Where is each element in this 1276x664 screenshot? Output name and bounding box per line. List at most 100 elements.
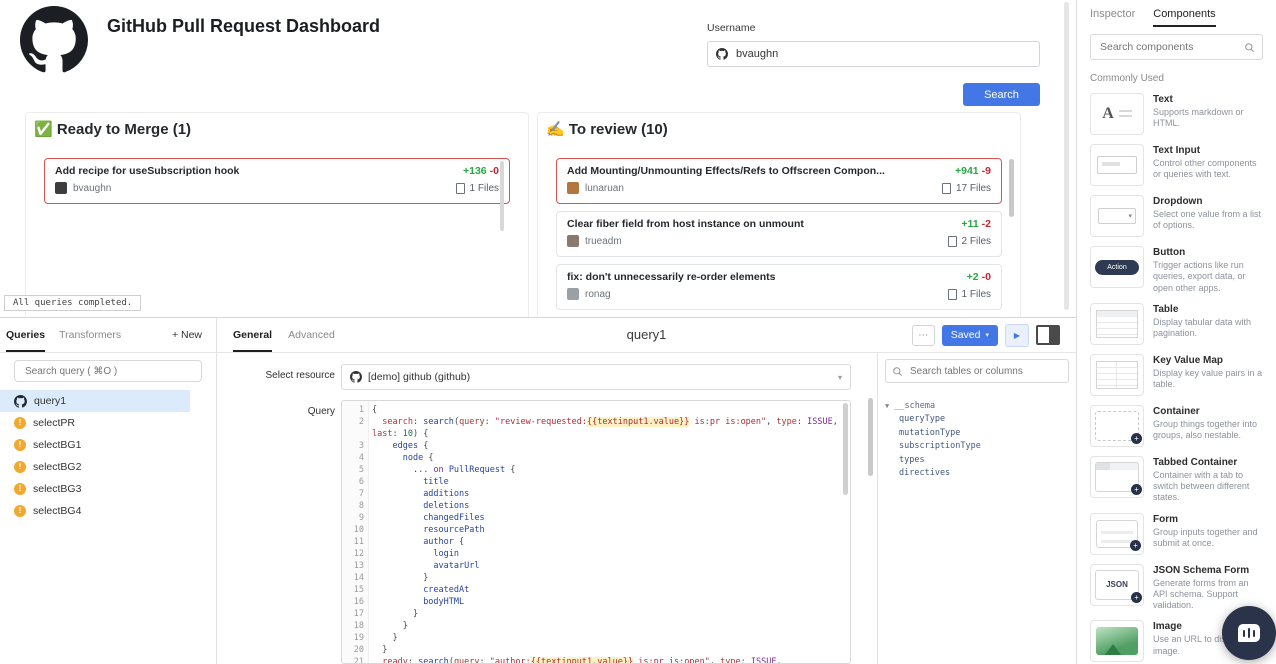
query-name: selectBG3	[33, 483, 81, 495]
query-list-item[interactable]: query1	[0, 390, 190, 412]
pull-request-card[interactable]: fix: don't unnecessarily re-order elemen…	[556, 264, 1002, 310]
query-name: selectPR	[33, 417, 75, 429]
code-rows: 1{2 search: search(query: "review-reques…	[342, 404, 850, 664]
line-number: 16	[342, 596, 372, 608]
username-input-field[interactable]	[734, 47, 1031, 61]
pr-additions: +941	[955, 165, 979, 177]
username-input[interactable]	[707, 41, 1040, 67]
line-number: 8	[342, 500, 372, 512]
file-icon	[948, 289, 957, 300]
tab-inspector[interactable]: Inspector	[1090, 0, 1135, 27]
code-line: 9 changedFiles	[342, 512, 850, 524]
code-line: 4 node {	[342, 452, 850, 464]
code-line: 8 deletions	[342, 500, 850, 512]
more-menu-button[interactable]: ⋯	[912, 325, 935, 346]
intercom-chat-button[interactable]	[1222, 606, 1276, 660]
tab-components[interactable]: Components	[1153, 0, 1215, 27]
code-line: 12 login	[342, 548, 850, 560]
query-search-input[interactable]	[23, 365, 193, 378]
schema-field[interactable]: directives	[899, 467, 1069, 481]
scrollbar-thumb[interactable]	[868, 398, 873, 476]
query-list-item[interactable]: !selectBG4	[0, 500, 190, 522]
component-thumbnail: ▾	[1090, 195, 1144, 237]
table-icon	[1096, 310, 1138, 338]
pr-files-count: 17 Files	[956, 183, 991, 194]
scrollbar-thumb[interactable]	[500, 161, 504, 231]
line-number: 7	[342, 488, 372, 500]
code-line: 15 createdAt	[342, 584, 850, 596]
resource-dropdown[interactable]: [demo] github (github) ▾	[341, 364, 851, 390]
image-icon	[1096, 627, 1138, 655]
tab-queries[interactable]: Queries	[6, 318, 45, 352]
pr-author-name: lunaruan	[585, 183, 624, 194]
run-query-button[interactable]: ▶	[1005, 324, 1029, 347]
component-name: Tabbed Container	[1153, 457, 1263, 468]
ready-to-merge-panel: ✅ Ready to Merge (1) Add recipe for useS…	[25, 112, 529, 317]
tab-general[interactable]: General	[233, 318, 272, 352]
code-line: 18 }	[342, 620, 850, 632]
component-card[interactable]: +FormGroup inputs together and submit at…	[1090, 513, 1263, 555]
text-icon: A	[1102, 105, 1114, 123]
component-card[interactable]: +ContainerGroup things together into gro…	[1090, 405, 1263, 447]
query-list-item[interactable]: !selectBG3	[0, 478, 190, 500]
component-thumbnail: Action	[1090, 246, 1144, 288]
schema-field[interactable]: mutationType	[899, 427, 1069, 441]
pr-author-name: trueadm	[585, 236, 622, 247]
components-sidebar: Inspector Components Commonly Used AText…	[1076, 0, 1276, 664]
component-thumbnail: +	[1090, 513, 1144, 555]
form-icon: +	[1096, 520, 1138, 548]
scrollbar-thumb[interactable]	[843, 403, 848, 495]
component-card[interactable]: TableDisplay tabular data with paginatio…	[1090, 303, 1263, 345]
editor-content: Select resource [demo] github (github) ▾…	[217, 353, 1076, 664]
component-card[interactable]: ATextSupports markdown or HTML.	[1090, 93, 1263, 135]
component-card[interactable]: Text InputControl other components or qu…	[1090, 144, 1263, 186]
file-icon	[942, 183, 951, 194]
line-number: 18	[342, 620, 372, 632]
query-list-item[interactable]: !selectBG2	[0, 456, 190, 478]
component-card[interactable]: ▾DropdownSelect one value from a list of…	[1090, 195, 1263, 237]
tab-advanced[interactable]: Advanced	[288, 318, 335, 352]
card-list-1: Add Mounting/Unmounting Effects/Refs to …	[538, 138, 1020, 310]
canvas-scrollbar[interactable]	[1064, 2, 1069, 310]
line-number: 1	[342, 404, 372, 416]
author-avatar	[567, 235, 579, 247]
editor-header: General Advanced query1 ⋯ Saved▾ ▶	[217, 318, 1076, 353]
scrollbar-thumb[interactable]	[1009, 159, 1014, 217]
github-icon	[14, 395, 27, 408]
schema-field[interactable]: types	[899, 454, 1069, 468]
query-search[interactable]	[14, 360, 202, 382]
component-card[interactable]: +Tabbed ContainerContainer with a tab to…	[1090, 456, 1263, 504]
component-name: Container	[1153, 406, 1263, 417]
button-icon: Action	[1095, 260, 1139, 275]
tab-transformers[interactable]: Transformers	[59, 318, 121, 352]
code-editor[interactable]: 1{2 search: search(query: "review-reques…	[341, 400, 851, 664]
component-card[interactable]: ActionButtonTrigger actions like run que…	[1090, 246, 1263, 294]
component-card[interactable]: Key Value MapDisplay key value pairs in …	[1090, 354, 1263, 396]
warning-icon: !	[14, 417, 26, 429]
schema-search-input[interactable]	[908, 365, 1062, 378]
components-search-input[interactable]	[1098, 40, 1239, 54]
warning-icon: !	[14, 461, 26, 473]
toggle-panel-button[interactable]	[1036, 325, 1060, 345]
component-thumbnail: A	[1090, 93, 1144, 135]
pull-request-card[interactable]: Clear fiber field from host instance on …	[556, 211, 1002, 257]
pr-deletions: -9	[982, 165, 991, 177]
query-name: selectBG1	[33, 439, 81, 451]
component-card[interactable]: JSON+JSON Schema FormGenerate forms from…	[1090, 564, 1263, 612]
query-list-item[interactable]: ! selectPR	[0, 412, 190, 434]
query-list-item[interactable]: ! selectBG1	[0, 434, 190, 456]
schema-root[interactable]: ▼__schema	[885, 400, 1069, 413]
pr-files-count: 1 Files	[962, 289, 991, 300]
schema-field[interactable]: queryType	[899, 413, 1069, 427]
saved-button[interactable]: Saved▾	[942, 325, 998, 346]
schema-field[interactable]: subscriptionType	[899, 440, 1069, 454]
pull-request-card[interactable]: Add recipe for useSubscription hook+136-…	[44, 158, 510, 204]
new-query-button[interactable]: + New	[172, 329, 202, 341]
components-search[interactable]	[1090, 34, 1263, 60]
chevron-expanded-icon: ▼	[885, 402, 889, 410]
component-list: ATextSupports markdown or HTML. Text Inpu…	[1090, 93, 1263, 662]
warning-icon: !	[14, 439, 26, 451]
search-button[interactable]: Search	[963, 83, 1040, 106]
schema-search[interactable]	[885, 359, 1069, 383]
pull-request-card[interactable]: Add Mounting/Unmounting Effects/Refs to …	[556, 158, 1002, 204]
